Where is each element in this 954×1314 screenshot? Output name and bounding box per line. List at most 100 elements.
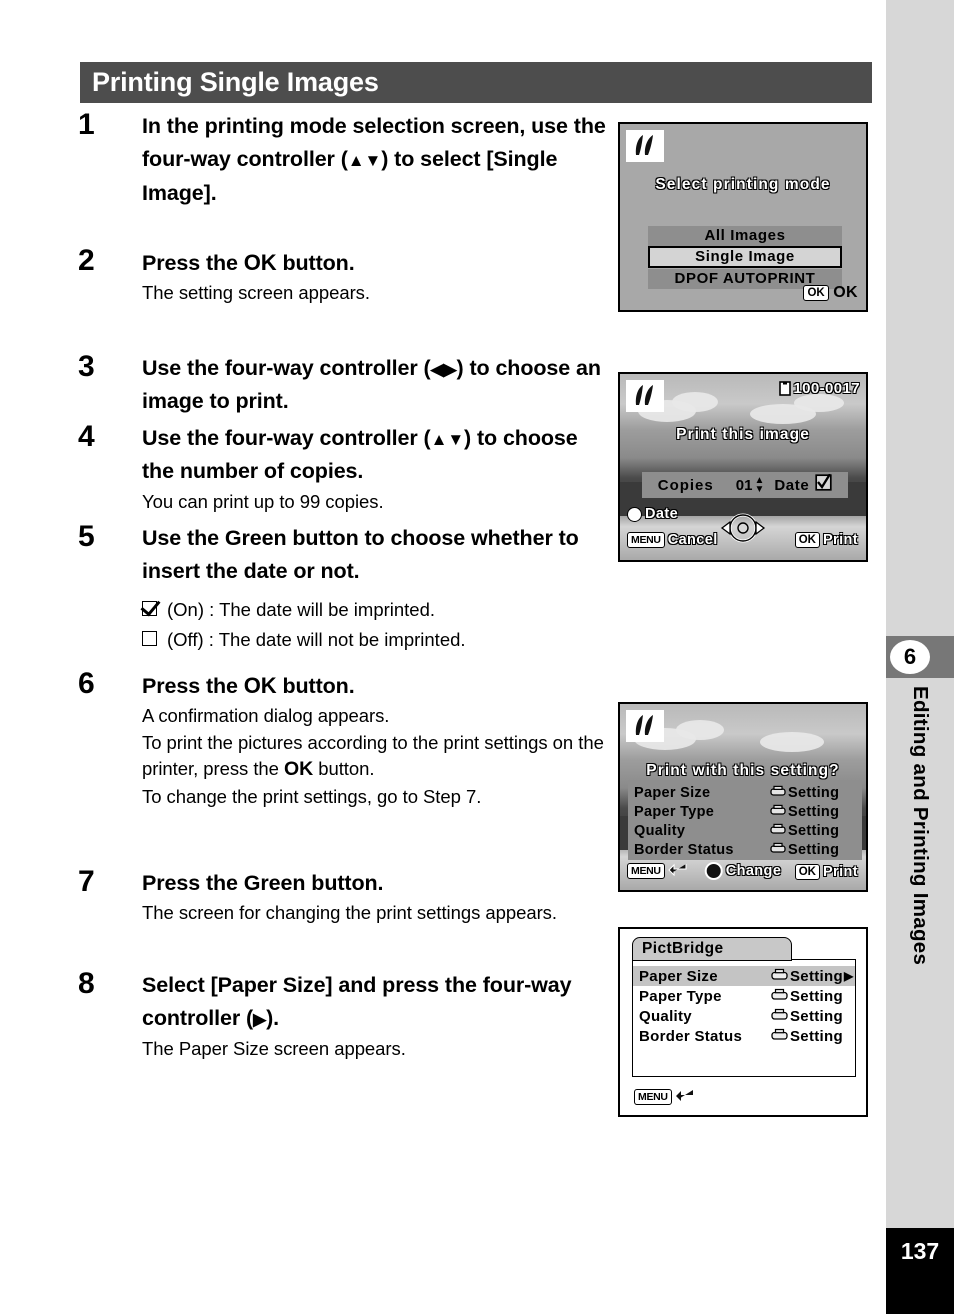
step-3-number: 3 — [78, 350, 95, 383]
pictbridge-logo-icon — [626, 130, 664, 162]
menu-button-icon[interactable]: MENU — [634, 1089, 672, 1105]
menu-button-icon[interactable]: MENU — [627, 863, 665, 879]
step-5-title: Use the Green button to choose whether t… — [142, 526, 579, 584]
step-6-title-part-a: Press the — [142, 674, 244, 699]
file-number-text: 100-0017 — [793, 380, 860, 397]
printer-icon — [771, 1028, 788, 1045]
instruction-steps: 1 In the printing mode selection screen,… — [78, 110, 608, 1079]
menu-button-icon[interactable]: MENU — [627, 532, 665, 548]
menu-option-single-image[interactable]: Single Image — [648, 246, 842, 268]
pictbridge-logo-icon — [626, 380, 664, 412]
ok-button-icon[interactable]: OK — [794, 864, 820, 880]
printer-icon — [771, 1008, 788, 1025]
settings-summary-panel: Paper Size Paper Type Quality Border Sta… — [628, 780, 766, 860]
copies-value[interactable]: 01 — [736, 477, 753, 494]
return-arrow-glyph — [675, 1090, 693, 1101]
print-image-overlay: 100-0017 Print this image Copies 01 ▲ ▼ D… — [620, 374, 866, 560]
step-6-body-line-2-part-b: button. — [313, 758, 375, 779]
pictbridge-row-paper-size[interactable]: Paper Size Setting ▶ — [633, 966, 855, 986]
setting-value-paper-size: Setting — [788, 784, 840, 801]
ok-button-icon[interactable]: OK — [794, 532, 820, 548]
printer-icon — [770, 804, 786, 820]
folder-file-icon — [779, 381, 792, 396]
date-checkbox-icon[interactable] — [815, 473, 832, 496]
pictbridge-value-quality: Setting — [790, 1007, 843, 1025]
date-on-text: (On) : The date will be imprinted. — [167, 598, 436, 620]
print-hint-row: OK Print — [794, 864, 858, 880]
setting-row-label: Paper Type — [628, 802, 766, 821]
print-hint-label: Print — [822, 532, 858, 548]
lcd-screen-pictbridge-menu: PictBridge Paper Size Setting ▶ Paper Ty… — [618, 927, 868, 1117]
ok-button-icon[interactable]: OK — [803, 284, 829, 301]
chevron-right-icon[interactable]: ▶ — [844, 969, 854, 983]
step-3-title-part-a: Use the four-way controller ( — [142, 356, 431, 380]
printer-icon — [770, 823, 786, 839]
step-4-number: 4 — [78, 420, 95, 453]
up-down-arrow-icon: ▲▼ — [347, 151, 382, 171]
step-2-number: 2 — [78, 244, 95, 277]
pictbridge-value-border-status: Setting — [790, 1027, 843, 1045]
file-number-indicator: 100-0017 — [779, 380, 860, 397]
pictbridge-back-hint: MENU — [634, 1087, 695, 1107]
step-6-title: Press the OK button. — [142, 669, 608, 703]
mode-select-ok-hint: OK OK — [803, 284, 858, 302]
step-2-title-part-a: Press the — [142, 251, 244, 275]
step-8-title: Select [Paper Size] and press the four-w… — [142, 969, 608, 1036]
copies-stepper-icon[interactable]: ▲ ▼ — [754, 476, 764, 495]
date-hint-label: Date — [645, 506, 679, 522]
right-arrow-icon: ▶ — [253, 1010, 267, 1030]
step-4-title: Use the four-way controller (▲▼) to choo… — [142, 422, 608, 489]
step-7-body: The screen for changing the print settin… — [142, 902, 557, 924]
menu-option-all-images[interactable]: All Images — [648, 226, 842, 246]
checkbox-empty-icon — [142, 630, 157, 646]
pictbridge-row-paper-type[interactable]: Paper Type Setting — [633, 986, 855, 1006]
step-4-body: You can print up to 99 copies. — [142, 490, 384, 512]
change-hint-row: Change — [704, 862, 782, 880]
step-6-body-line-1: A confirmation dialog appears. — [142, 705, 390, 727]
date-off-row: (Off) : The date will not be imprinted. — [142, 627, 608, 653]
lcd-screen-printing-mode-select: Select printing mode All Images Single I… — [618, 122, 868, 312]
setting-label-paper-type: Paper Type — [634, 803, 715, 820]
pictbridge-label-border-status: Border Status — [639, 1027, 743, 1045]
setting-row-label: Quality — [628, 821, 766, 840]
pictbridge-label-paper-size: Paper Size — [639, 967, 718, 985]
setting-label-border-status: Border Status — [634, 841, 734, 858]
green-button-icon[interactable] — [627, 506, 642, 522]
back-arrow-icon — [667, 861, 688, 881]
step-5-number: 5 — [78, 520, 95, 553]
left-right-arrow-icon: ◀▶ — [430, 360, 457, 379]
step-5: 5 Use the Green button to choose whether… — [78, 522, 608, 653]
pictbridge-menu-body: Paper Size Setting ▶ Paper Type Setting … — [632, 959, 856, 1077]
date-off-text: (Off) : The date will not be imprinted. — [167, 628, 466, 650]
pictbridge-logo-icon — [626, 710, 664, 742]
chapter-number: 6 — [890, 640, 930, 674]
printer-icon — [770, 842, 786, 858]
step-8-title-part-a: Select [Paper Size] and press the four-w… — [142, 973, 572, 1031]
pictbridge-value-paper-type: Setting — [790, 987, 843, 1005]
up-down-arrow-icon: ▲▼ — [430, 430, 465, 449]
setting-row-value: Setting — [766, 821, 862, 840]
four-way-controller-icon[interactable] — [717, 511, 769, 550]
printer-icon — [771, 968, 788, 985]
ok-hint-label: OK — [833, 283, 858, 301]
back-arrow-icon — [675, 1087, 695, 1107]
chapter-badge: 6 — [886, 636, 954, 678]
setting-label-paper-size: Paper Size — [634, 784, 711, 801]
return-arrow-glyph — [667, 863, 687, 877]
pictbridge-row-border-status[interactable]: Border Status Setting — [633, 1026, 855, 1046]
step-2-title-part-b: button. — [276, 251, 355, 275]
step-3-title: Use the four-way controller (◀▶) to choo… — [142, 352, 608, 419]
ok-button-glyph: OK — [243, 250, 277, 275]
pictbridge-row-quality[interactable]: Quality Setting — [633, 1006, 855, 1026]
setting-value-border-status: Setting — [788, 841, 840, 858]
change-hint-label: Change — [725, 863, 782, 879]
copies-label: Copies — [657, 476, 714, 494]
setting-label-quality: Quality — [634, 822, 686, 839]
section-title: Printing Single Images — [92, 67, 379, 97]
pictbridge-label-paper-type: Paper Type — [639, 987, 722, 1005]
green-button-icon[interactable] — [704, 862, 723, 880]
pictbridge-mark — [635, 715, 653, 735]
checkbox-checked-icon — [142, 600, 157, 616]
step-7-number: 7 — [78, 865, 95, 899]
pictbridge-tab[interactable]: PictBridge — [632, 937, 792, 961]
